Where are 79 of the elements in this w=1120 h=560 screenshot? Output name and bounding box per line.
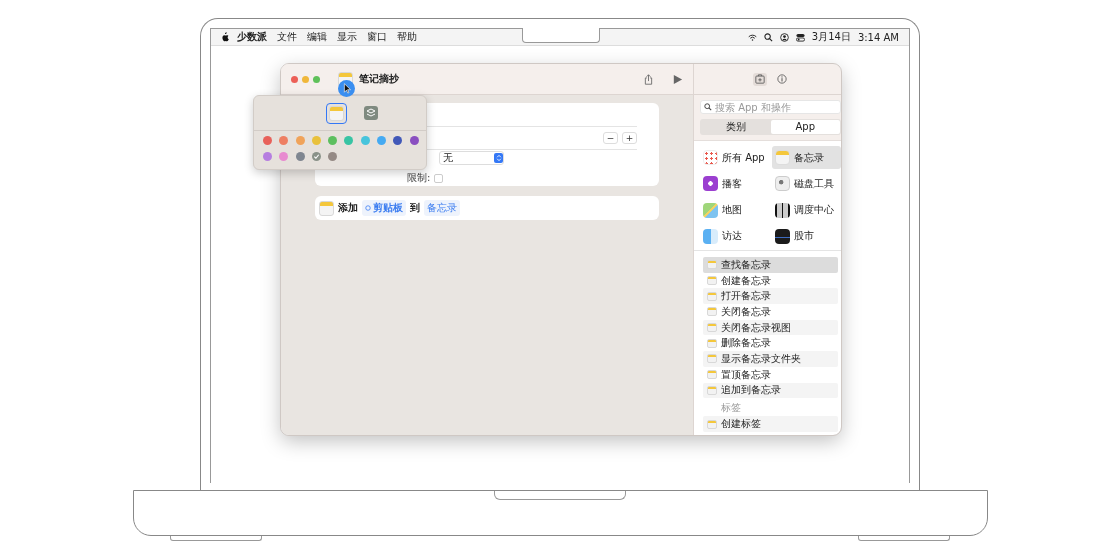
action-item[interactable]: 创建备忘录	[703, 272, 838, 289]
action-item[interactable]: 追加到备忘录	[703, 382, 838, 399]
color-swatch[interactable]	[279, 136, 289, 145]
action-item[interactable]: 关闭备忘录	[703, 304, 838, 320]
app-item[interactable]: 磁盘工具	[771, 172, 841, 196]
menu-item[interactable]: 文件	[277, 30, 297, 44]
apple-icon[interactable]	[221, 32, 229, 42]
dots-grid-icon	[703, 150, 718, 165]
action-item[interactable]: 置顶备忘录	[703, 366, 838, 383]
menubar-date[interactable]: 3月14日	[811, 30, 851, 44]
wifi-icon[interactable]	[747, 32, 757, 42]
user-icon[interactable]	[779, 32, 789, 42]
notepad-icon	[707, 419, 717, 429]
notepad-icon[interactable]	[325, 102, 347, 124]
color-swatch[interactable]	[263, 136, 272, 145]
add-action-icon[interactable]	[752, 72, 767, 86]
color-swatch[interactable]	[360, 136, 370, 145]
menu-item[interactable]: 窗口	[367, 30, 387, 44]
app-item[interactable]: 备忘录	[771, 146, 841, 169]
color-swatch[interactable]	[311, 152, 321, 161]
app-item[interactable]: 访达	[700, 224, 770, 248]
action-item[interactable]: 显示备忘录文件夹	[703, 351, 838, 367]
chevrons-icon	[494, 153, 503, 163]
action-item[interactable]: 打开备忘录	[703, 288, 838, 305]
search-icon	[704, 103, 712, 111]
stepper-button[interactable]: +	[622, 132, 637, 144]
chart-icon	[774, 228, 790, 244]
color-swatch[interactable]	[295, 152, 305, 161]
action-item[interactable]: 查找备忘录	[703, 257, 838, 273]
color-swatch[interactable]	[311, 136, 321, 145]
menubar-clock[interactable]: 3:14 AM	[857, 31, 899, 43]
zoom-button[interactable]	[313, 75, 320, 83]
segment-tab[interactable]: App	[770, 120, 840, 134]
app-item[interactable]: 地图	[700, 198, 770, 222]
toggles-icon[interactable]	[795, 32, 805, 42]
color-swatch[interactable]	[344, 136, 354, 145]
search-field[interactable]: 搜索 App 和操作	[700, 100, 841, 114]
section-header: 标签	[720, 401, 742, 416]
action-item[interactable]: 删除备忘录	[703, 335, 838, 352]
circle-icon	[365, 205, 371, 211]
menu-item[interactable]: 编辑	[307, 30, 327, 44]
app-menu[interactable]: 少数派	[237, 30, 267, 44]
podcast-icon	[703, 176, 718, 192]
app-item[interactable]: 调度中心	[771, 198, 841, 222]
action-text: 到	[410, 201, 420, 215]
stepper-button[interactable]: −	[603, 132, 618, 144]
notepad-icon	[774, 150, 790, 165]
share-icon[interactable]	[643, 73, 654, 85]
close-button[interactable]	[291, 75, 298, 83]
parameter-token[interactable]: 备忘录	[424, 200, 460, 216]
menu-item[interactable]: 显示	[337, 30, 357, 44]
variable-token[interactable]: 剪贴板	[362, 200, 406, 216]
play-icon[interactable]	[672, 73, 683, 85]
notepad-icon	[319, 200, 334, 216]
color-swatch[interactable]	[328, 136, 338, 145]
color-swatch[interactable]	[328, 152, 338, 161]
window-title: 笔记摘抄	[359, 72, 399, 86]
color-swatch[interactable]	[279, 152, 289, 161]
color-swatch[interactable]	[295, 136, 305, 145]
segment-tab[interactable]: 类别	[701, 120, 771, 134]
color-swatch[interactable]	[263, 152, 272, 161]
color-swatch[interactable]	[409, 136, 419, 145]
limit-label: 限制:	[407, 171, 431, 185]
cursor-icon	[338, 80, 355, 97]
limit-checkbox[interactable]	[434, 173, 444, 183]
search-icon[interactable]	[763, 32, 773, 42]
action-item[interactable]: 关闭备忘录视图	[703, 319, 838, 336]
menu-item[interactable]: 帮助	[397, 30, 417, 44]
info-icon[interactable]	[774, 72, 789, 86]
color-swatch[interactable]	[393, 136, 403, 145]
app-item[interactable]: 所有 App	[700, 146, 770, 169]
app-item[interactable]: 播客	[700, 172, 770, 196]
map-icon	[703, 202, 718, 218]
app-item[interactable]: 股市	[771, 224, 841, 248]
color-swatch[interactable]	[377, 136, 387, 145]
select-field[interactable]: 无	[439, 151, 504, 165]
action-item[interactable]: 创建标签	[703, 416, 838, 432]
action-text: 添加	[338, 201, 358, 215]
minimize-button[interactable]	[302, 75, 309, 83]
